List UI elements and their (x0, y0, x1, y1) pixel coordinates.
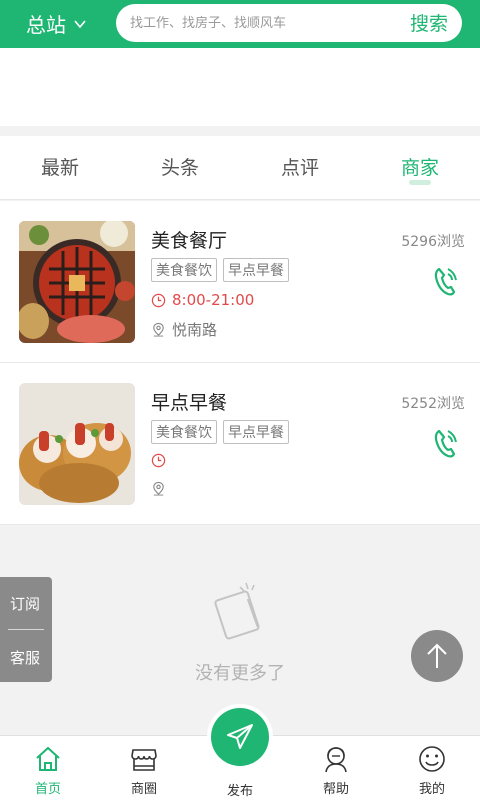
top-bar: 总站 搜索 (0, 0, 480, 48)
home-icon (36, 746, 60, 771)
publish-label: 发布 (226, 784, 253, 799)
address-text: 悦南路 (172, 321, 218, 339)
tab-latest[interactable]: 最新 (0, 136, 120, 199)
shop-tag[interactable]: 美食餐饮 (151, 420, 217, 444)
back-to-top-button[interactable] (411, 630, 463, 682)
view-count: 5252浏览 (401, 396, 465, 412)
tab-reviews[interactable]: 点评 (240, 136, 360, 199)
location-pin-icon (153, 322, 164, 337)
shop-tags: 美食餐饮 早点早餐 (151, 258, 289, 282)
arrow-up-icon (427, 643, 447, 668)
shop-item[interactable]: 早点早餐 5252浏览 美食餐饮 早点早餐 (0, 363, 480, 525)
send-icon (227, 724, 253, 749)
empty-note-icon (214, 582, 260, 640)
clock-icon (151, 293, 166, 307)
clock-icon (151, 453, 166, 468)
shop-address: 悦南路 (151, 319, 217, 340)
shop-item[interactable]: 美食餐厅 5296浏览 美食餐饮 早点早餐 8:00-21:00 悦南路 (0, 201, 480, 363)
customer-service-button[interactable]: 客服 (10, 647, 40, 668)
shop-tag[interactable]: 早点早餐 (223, 258, 289, 282)
empty-text: 没有更多了 (195, 663, 285, 684)
city-selector[interactable]: 总站 (26, 9, 88, 38)
nav-mine[interactable]: 我的 (392, 744, 472, 797)
empty-state: 没有更多了 (0, 525, 480, 735)
publish-button[interactable] (211, 708, 269, 766)
shop-address (151, 481, 172, 496)
chevron-down-icon (74, 19, 86, 28)
search-button[interactable]: 搜索 (410, 9, 448, 36)
nav-business-circle[interactable]: 商圈 (104, 744, 184, 797)
subscribe-button[interactable]: 订阅 (10, 593, 40, 614)
shop-name: 早点早餐 (151, 392, 228, 414)
nav-label: 首页 (34, 782, 61, 797)
location-pin-icon (153, 481, 164, 496)
nav-help[interactable]: 帮助 (296, 744, 376, 797)
opening-hours (151, 453, 172, 468)
search-input[interactable] (130, 13, 390, 33)
phone-icon[interactable] (430, 425, 460, 461)
tab-merchants[interactable]: 商家 (360, 136, 480, 199)
shop-name: 美食餐厅 (151, 230, 228, 252)
divider (8, 629, 44, 630)
opening-hours: 8:00-21:00 (151, 291, 254, 309)
city-label: 总站 (26, 13, 66, 37)
shop-tag[interactable]: 美食餐饮 (151, 258, 217, 282)
tab-headlines[interactable]: 头条 (120, 136, 240, 199)
banner-area (0, 48, 480, 126)
nav-label: 我的 (418, 782, 445, 797)
hotpot-photo (19, 221, 135, 343)
side-floating-tab: 订阅 客服 (0, 577, 52, 682)
store-icon (131, 749, 157, 771)
view-count: 5296浏览 (401, 234, 465, 250)
hours-text: 8:00-21:00 (172, 291, 255, 309)
category-tabs: 最新 头条 点评 商家 (0, 136, 480, 200)
help-icon (325, 747, 347, 773)
smile-icon (419, 746, 445, 772)
search-box: 搜索 (116, 4, 462, 42)
shop-tags: 美食餐饮 早点早餐 (151, 420, 289, 444)
phone-icon[interactable] (430, 263, 460, 299)
shop-list: 美食餐厅 5296浏览 美食餐饮 早点早餐 8:00-21:00 悦南路 早点早… (0, 201, 480, 525)
shrimp-tart-photo (19, 383, 135, 505)
nav-label: 商圈 (130, 782, 157, 797)
shop-tag[interactable]: 早点早餐 (223, 420, 289, 444)
nav-label: 帮助 (322, 782, 349, 797)
nav-home[interactable]: 首页 (8, 744, 88, 797)
